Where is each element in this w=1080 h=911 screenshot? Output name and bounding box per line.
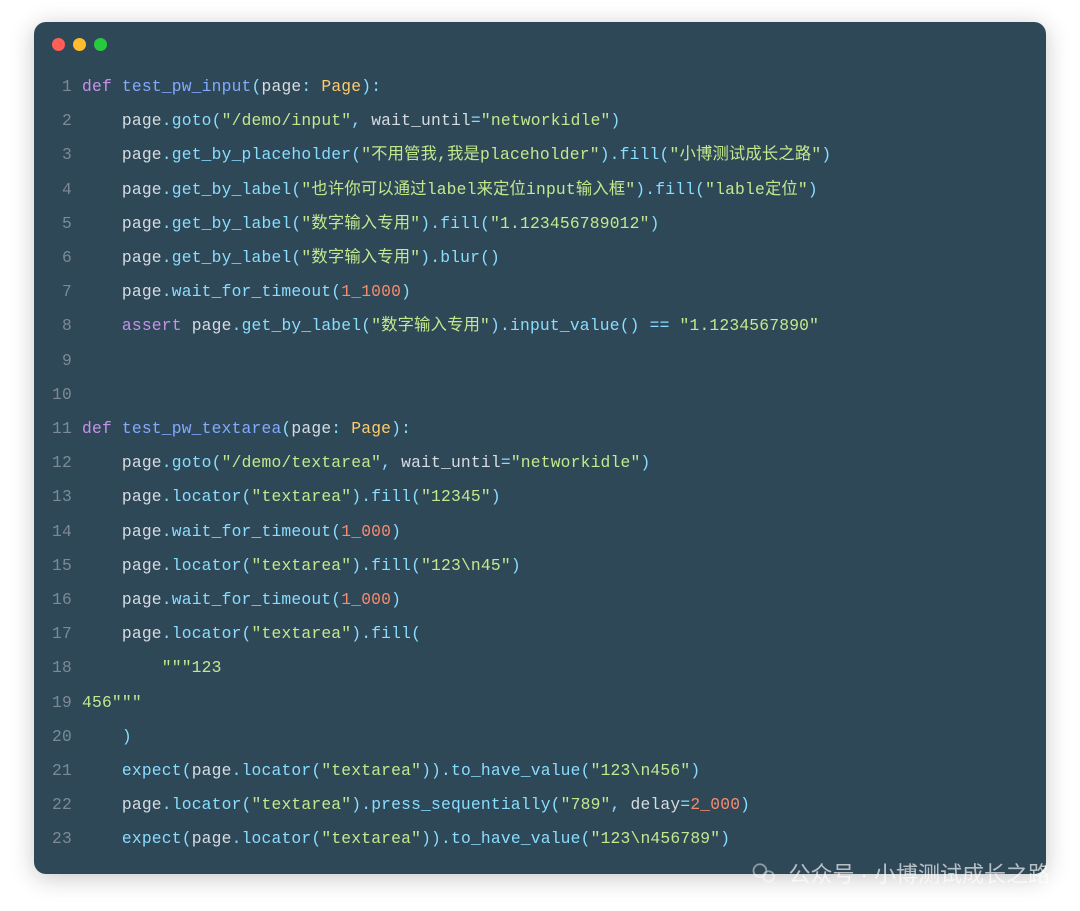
code-content: page.get_by_label("也许你可以通过label来定位input输… [82,173,818,207]
code-line: 3 page.get_by_placeholder("不用管我,我是placeh… [34,138,1046,172]
code-content: def test_pw_input(page: Page): [82,70,381,104]
line-number: 1 [34,70,82,104]
code-content: expect(page.locator("textarea")).to_have… [82,754,700,788]
code-content: page.get_by_placeholder("不用管我,我是placehol… [82,138,831,172]
line-number: 5 [34,207,82,241]
code-content: page.locator("textarea").fill("12345") [82,480,501,514]
code-content: page.locator("textarea").fill( [82,617,421,651]
code-line: 5 page.get_by_label("数字输入专用").fill("1.12… [34,207,1046,241]
code-content: def test_pw_textarea(page: Page): [82,412,411,446]
code-line: 11def test_pw_textarea(page: Page): [34,412,1046,446]
code-line: 23 expect(page.locator("textarea")).to_h… [34,822,1046,856]
line-number: 8 [34,309,82,343]
line-number: 23 [34,822,82,856]
code-content: page.goto("/demo/textarea", wait_until="… [82,446,650,480]
line-number: 4 [34,173,82,207]
line-number: 14 [34,515,82,549]
close-icon[interactable] [52,38,65,51]
code-editor-window: 1def test_pw_input(page: Page):2 page.go… [34,22,1046,874]
line-number: 15 [34,549,82,583]
code-content: """123 [82,651,222,685]
code-content: page.locator("textarea").fill("123\n45") [82,549,521,583]
code-content: page.locator("textarea").press_sequentia… [82,788,750,822]
code-line: 13 page.locator("textarea").fill("12345"… [34,480,1046,514]
line-number: 10 [34,378,82,412]
line-number: 7 [34,275,82,309]
code-content: expect(page.locator("textarea")).to_have… [82,822,730,856]
code-line: 19456""" [34,686,1046,720]
line-number: 21 [34,754,82,788]
code-line: 16 page.wait_for_timeout(1_000) [34,583,1046,617]
line-number: 6 [34,241,82,275]
line-number: 20 [34,720,82,754]
code-line: 8 assert page.get_by_label("数字输入专用").inp… [34,309,1046,343]
line-number: 17 [34,617,82,651]
line-number: 13 [34,480,82,514]
code-content: 456""" [82,686,142,720]
line-number: 22 [34,788,82,822]
code-line: 22 page.locator("textarea").press_sequen… [34,788,1046,822]
minimize-icon[interactable] [73,38,86,51]
line-number: 19 [34,686,82,720]
code-line: 20 ) [34,720,1046,754]
code-line: 21 expect(page.locator("textarea")).to_h… [34,754,1046,788]
code-content: ) [82,720,132,754]
code-line: 12 page.goto("/demo/textarea", wait_unti… [34,446,1046,480]
line-number: 11 [34,412,82,446]
code-content: assert page.get_by_label("数字输入专用").input… [82,309,819,343]
code-line: 6 page.get_by_label("数字输入专用").blur() [34,241,1046,275]
line-number: 2 [34,104,82,138]
code-line: 17 page.locator("textarea").fill( [34,617,1046,651]
code-line: 18 """123 [34,651,1046,685]
code-content: page.wait_for_timeout(1_000) [82,583,401,617]
code-line: 9 [34,344,1046,378]
line-number: 16 [34,583,82,617]
line-number: 18 [34,651,82,685]
window-titlebar [34,22,1046,66]
code-area: 1def test_pw_input(page: Page):2 page.go… [34,66,1046,869]
code-line: 10 [34,378,1046,412]
line-number: 12 [34,446,82,480]
code-content: page.wait_for_timeout(1_1000) [82,275,411,309]
line-number: 3 [34,138,82,172]
code-line: 1def test_pw_input(page: Page): [34,70,1046,104]
code-line: 7 page.wait_for_timeout(1_1000) [34,275,1046,309]
code-line: 14 page.wait_for_timeout(1_000) [34,515,1046,549]
code-line: 2 page.goto("/demo/input", wait_until="n… [34,104,1046,138]
line-number: 9 [34,344,82,378]
maximize-icon[interactable] [94,38,107,51]
code-line: 4 page.get_by_label("也许你可以通过label来定位inpu… [34,173,1046,207]
code-content: page.goto("/demo/input", wait_until="net… [82,104,621,138]
code-content: page.get_by_label("数字输入专用").blur() [82,241,500,275]
code-line: 15 page.locator("textarea").fill("123\n4… [34,549,1046,583]
code-content: page.wait_for_timeout(1_000) [82,515,401,549]
code-content: page.get_by_label("数字输入专用").fill("1.1234… [82,207,660,241]
